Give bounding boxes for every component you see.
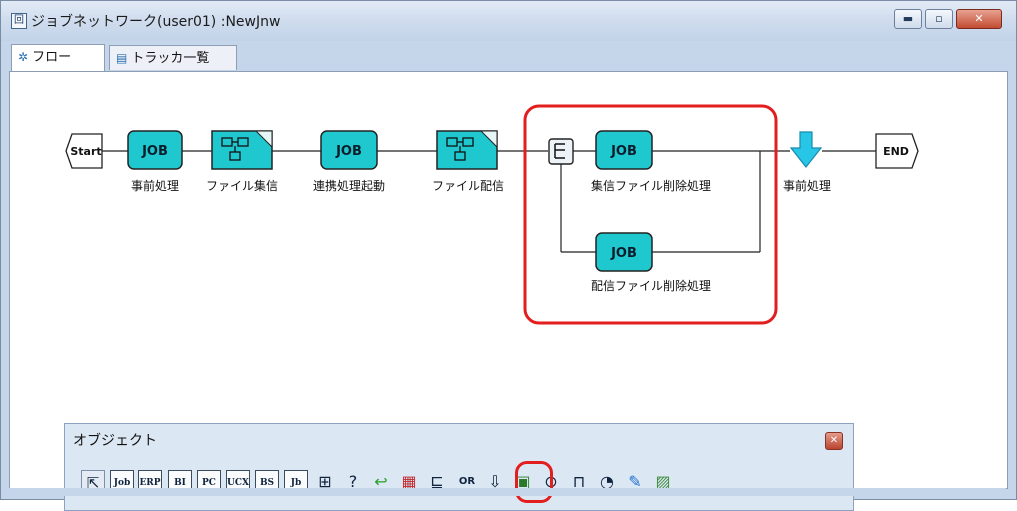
end-label: END [883, 145, 909, 158]
tab-tracker-list[interactable]: ▤ トラッカ一覧 [109, 45, 237, 70]
tracker-list-icon: ▤ [116, 51, 128, 65]
start-node[interactable]: Start [65, 133, 103, 169]
flow-canvas[interactable]: Start JOB 事前処理 ファイル集信 JOB 連携処理起動 ファイル配信 … [9, 71, 1008, 511]
job-node-pre[interactable]: JOB [127, 130, 183, 170]
file-node-send[interactable] [436, 130, 498, 170]
job-node-del1[interactable]: JOB [595, 130, 653, 170]
start-label: Start [70, 145, 101, 158]
tab-flow-label: フロー [32, 50, 72, 65]
tab-flow[interactable]: ✲ フロー [11, 44, 105, 71]
title-bar[interactable]: 回 ジョブネットワーク(user01) :NewJnw ▬ ▫ ✕ [1, 1, 1016, 41]
job-node-pre-text: JOB [141, 144, 168, 159]
end-node[interactable]: END [875, 133, 919, 169]
erp-tool-icon: ERP [139, 478, 161, 488]
arrow-down-node[interactable] [789, 131, 823, 168]
ucx-tool-icon: UCX [227, 478, 249, 488]
maximize-button[interactable]: ▫ [925, 9, 953, 29]
or-branch-icon: OR [458, 476, 476, 487]
job-network-window: 回 ジョブネットワーク(user01) :NewJnw ▬ ▫ ✕ ✲ フロー ▤… [0, 0, 1017, 511]
parallel-branch-icon[interactable] [548, 138, 574, 165]
minimize-icon: ▬ [902, 12, 914, 25]
jobnet-tool-icon: Jb [290, 478, 302, 488]
caption-del1: 集信ファイル削除処理 [591, 178, 711, 193]
file-node-recv[interactable] [211, 130, 273, 170]
caption-send: ファイル配信 [432, 179, 504, 193]
tab-strip: ✲ フロー ▤ トラッカ一覧 [9, 41, 1009, 71]
close-button[interactable]: ✕ [956, 9, 1002, 29]
caption-recv: ファイル集信 [206, 178, 278, 193]
caption-link: 連携処理起動 [313, 178, 385, 193]
job-tool-icon: Job [113, 478, 131, 488]
bs-tool-icon: BS [259, 478, 275, 488]
window-title: ジョブネットワーク(user01) :NewJnw [31, 14, 281, 30]
job-node-link[interactable]: JOB [320, 130, 378, 170]
flow-icon: ✲ [18, 50, 29, 64]
job-node-del2[interactable]: JOB [595, 232, 653, 272]
jobnetwork-icon: 回 [11, 13, 27, 29]
close-icon: ✕ [974, 12, 984, 25]
caption-post: 事前処理 [783, 178, 831, 193]
pc-tool-icon: PC [202, 478, 216, 488]
tab-tracker-list-label: トラッカ一覧 [131, 51, 210, 66]
status-bar [9, 488, 1006, 496]
close-icon: ✕ [829, 435, 839, 446]
palette-title: オブジェクト [73, 433, 157, 449]
tool-highlight [515, 461, 553, 503]
minimize-button[interactable]: ▬ [894, 9, 922, 29]
bi-tool-icon: BI [174, 478, 186, 488]
caption-del2: 配信ファイル削除処理 [591, 278, 711, 293]
palette-close-button[interactable]: ✕ [825, 432, 843, 450]
caption-pre: 事前処理 [131, 178, 179, 193]
maximize-icon: ▫ [935, 12, 943, 25]
job-node-link-text: JOB [335, 144, 362, 159]
object-palette: オブジェクト ✕ ⇱ Job ERP BI PC UCX BS Jb ⊞ ? ↩… [64, 423, 854, 511]
job-node-del1-text: JOB [610, 144, 637, 159]
job-node-del2-text: JOB [610, 246, 637, 261]
